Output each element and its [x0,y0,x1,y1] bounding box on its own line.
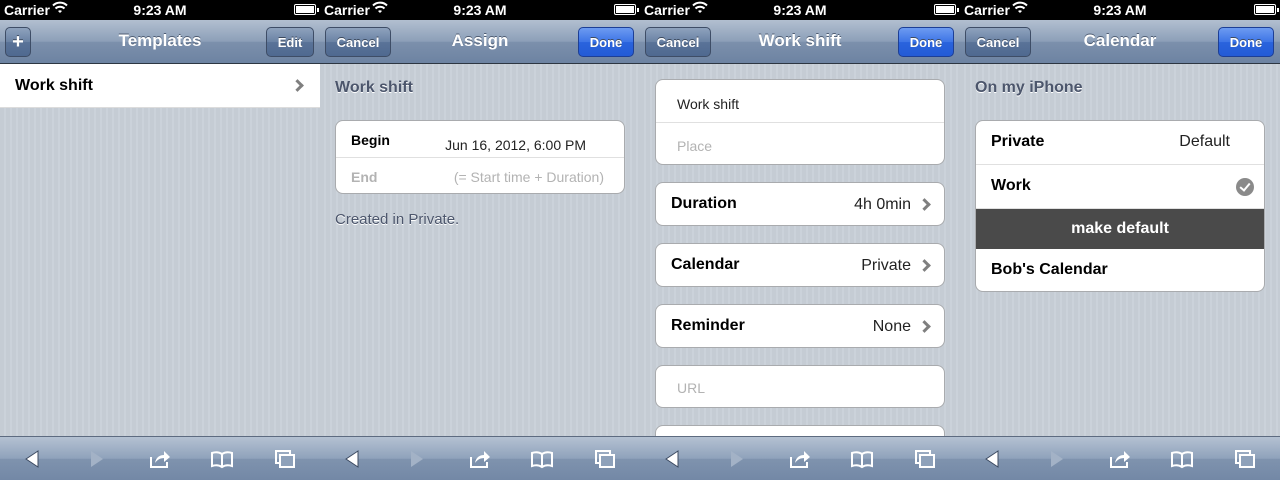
forward-arrow-icon[interactable] [725,449,747,469]
nav-bar: Cancel Calendar Done [960,20,1280,64]
place-placeholder: Place [677,138,713,154]
default-label: Default [1179,133,1230,150]
begin-label: Begin [351,132,390,148]
reminder-label: Reminder [671,317,745,334]
checkmark-icon [1236,178,1254,196]
bottom-toolbar [320,436,640,480]
done-button[interactable]: Done [1218,27,1274,57]
nav-bar: + Templates Edit [0,20,320,64]
chevron-right-icon [918,259,931,272]
reminder-value: None [872,318,911,335]
chevron-right-icon [291,79,304,92]
status-time: 9:23 AM [133,2,187,18]
nav-title: Work shift [758,31,842,50]
assign-screen: Carrier 9:23 AM Cancel Assign Done Work … [320,0,640,480]
forward-arrow-icon[interactable] [1045,449,1067,469]
nav-title: Calendar [1083,31,1157,50]
nav-bar: Cancel Work shift Done [640,20,960,64]
calendar-row[interactable]: Calendar Private [655,243,945,287]
url-placeholder: URL [677,380,706,396]
done-button[interactable]: Done [578,27,634,57]
begin-row[interactable]: Begin Jun 16, 2012, 6:00 PM [336,121,624,158]
add-button[interactable]: + [5,27,31,57]
calendar-name: Work [991,177,1031,194]
tabs-icon[interactable] [914,449,936,469]
title-field[interactable]: Work shift [656,80,944,123]
battery-icon [1254,4,1279,15]
reminder-row[interactable]: Reminder None [655,304,945,348]
calendar-value: Private [861,257,911,274]
battery-icon [294,4,319,15]
status-bar: Carrier 9:23 AM [0,0,320,20]
bottom-toolbar [0,436,320,480]
calendar-label: Calendar [671,256,740,273]
bookmarks-icon[interactable] [851,449,873,469]
forward-arrow-icon[interactable] [85,449,107,469]
tabs-icon[interactable] [274,449,296,469]
end-label: End [351,169,378,185]
bottom-toolbar [960,436,1280,480]
back-arrow-icon[interactable] [22,449,44,469]
created-in-note: Created in Private. [335,211,460,228]
nav-title: Templates [118,31,202,50]
status-bar: Carrier 9:23 AM [320,0,640,20]
calendar-item-work[interactable]: Work [976,165,1264,209]
tabs-icon[interactable] [594,449,616,469]
back-arrow-icon[interactable] [342,449,364,469]
share-icon[interactable] [469,449,491,469]
template-row-work-shift[interactable]: Work shift [0,64,320,108]
end-row[interactable]: End (= Start time + Duration) [336,158,624,193]
edit-button[interactable]: Edit [266,27,314,57]
status-time: 9:23 AM [773,2,827,18]
back-arrow-icon[interactable] [982,449,1004,469]
nav-title: Assign [451,31,509,50]
back-arrow-icon[interactable] [662,449,684,469]
duration-row[interactable]: Duration 4h 0min [655,182,945,226]
calendar-name: Bob's Calendar [991,261,1108,278]
nav-bar: Cancel Assign Done [320,20,640,64]
duration-label: Duration [671,195,737,212]
calendar-name: Private [991,133,1045,150]
share-icon[interactable] [789,449,811,469]
url-field[interactable]: URL [655,365,945,408]
date-group: Begin Jun 16, 2012, 6:00 PM End (= Start… [335,120,625,194]
begin-value: Jun 16, 2012, 6:00 PM [445,137,586,153]
calendar-screen: Carrier 9:23 AM Cancel Calendar Done On … [960,0,1280,480]
status-bar: Carrier 9:23 AM [640,0,960,20]
calendar-item-bobs-calendar[interactable]: Bob's Calendar [976,249,1264,291]
section-title: Work shift [335,79,413,96]
make-default-button[interactable]: make default [976,209,1264,249]
title-place-group: Work shift Place [655,79,945,165]
share-icon[interactable] [149,449,171,469]
bookmarks-icon[interactable] [1171,449,1193,469]
chevron-right-icon [918,320,931,333]
share-icon[interactable] [1109,449,1131,469]
template-row-label: Work shift [15,77,93,94]
place-field[interactable]: Place [656,123,944,164]
status-bar: Carrier 9:23 AM [960,0,1280,20]
calendar-list: Private Default Work make default Bob's … [975,120,1265,292]
cancel-button[interactable]: Cancel [325,27,391,57]
cancel-button[interactable]: Cancel [645,27,711,57]
status-time: 9:23 AM [1093,2,1147,18]
section-title: On my iPhone [975,79,1083,96]
cancel-button[interactable]: Cancel [965,27,1031,57]
bookmarks-icon[interactable] [211,449,233,469]
end-placeholder: (= Start time + Duration) [453,169,604,185]
work-shift-screen: Carrier 9:23 AM Cancel Work shift Done W… [640,0,960,480]
calendar-item-private[interactable]: Private Default [976,121,1264,165]
bookmarks-icon[interactable] [531,449,553,469]
battery-icon [934,4,959,15]
templates-screen: Carrier 9:23 AM + Templates Edit Work sh… [0,0,320,480]
bottom-toolbar [640,436,960,480]
battery-icon [614,4,639,15]
title-field-value: Work shift [677,96,739,112]
tabs-icon[interactable] [1234,449,1256,469]
chevron-right-icon [918,198,931,211]
forward-arrow-icon[interactable] [405,449,427,469]
done-button[interactable]: Done [898,27,954,57]
status-time: 9:23 AM [453,2,507,18]
duration-value: 4h 0min [854,196,911,213]
